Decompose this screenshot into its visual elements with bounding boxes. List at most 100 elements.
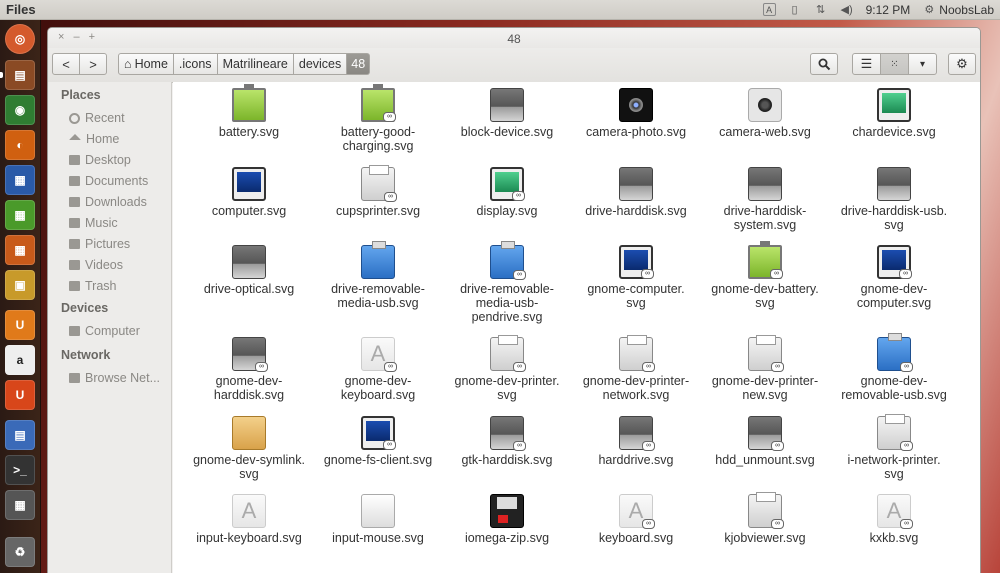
writer-icon[interactable]: ▦ (5, 165, 35, 195)
search-button[interactable] (810, 53, 838, 75)
drive-icon: ∞ (490, 416, 526, 451)
sidebar-item-computer[interactable]: Computer (69, 324, 140, 338)
sidebar-item-documents[interactable]: Documents (69, 174, 148, 188)
view-options-button[interactable]: ▾ (908, 53, 937, 75)
file-name-label: drive-harddisk.svg (585, 204, 687, 218)
file-item[interactable]: ∞ gnome-fs-client.svg (312, 416, 444, 467)
file-item[interactable]: block-device.svg (441, 88, 573, 139)
file-item[interactable]: gnome-dev-symlink. svg (183, 416, 315, 481)
grid-view-button[interactable]: ⁙ (880, 53, 909, 75)
file-item[interactable]: iomega-zip.svg (441, 494, 573, 545)
file-item[interactable]: Ainput-keyboard.svg (183, 494, 315, 545)
software-center-icon[interactable]: U (5, 310, 35, 340)
sidebar-item-downloads[interactable]: Downloads (69, 195, 147, 209)
list-view-button[interactable]: ☰ (852, 53, 881, 75)
link-icon: ∞ (383, 440, 396, 450)
file-item[interactable]: drive-removable-media-usb.svg (312, 241, 444, 310)
breadcrumb-home[interactable]: ⌂ Home (118, 53, 174, 75)
file-name-label: input-keyboard.svg (196, 531, 302, 545)
calc-icon[interactable]: ▦ (5, 200, 35, 230)
title-bar[interactable]: × – + 48 (48, 28, 980, 48)
app-menu-title[interactable]: Files (0, 2, 763, 17)
file-item[interactable]: drive-harddisk-system.svg (699, 167, 831, 232)
clock[interactable]: 9:12 PM (866, 3, 911, 17)
monitor-icon: ∞ (361, 416, 396, 450)
session-menu[interactable]: ⚙ NoobsLab (922, 3, 994, 17)
file-item[interactable]: ∞ gnome-dev-harddisk.svg (183, 337, 315, 402)
network-header: Network (61, 348, 111, 362)
file-item[interactable]: ∞ gnome-dev-printer-new.svg (699, 335, 831, 402)
keyboard-indicator-icon[interactable]: A (762, 3, 776, 16)
file-grid-view[interactable]: battery.svg ∞ battery-good-charging.svg blo… (173, 82, 980, 573)
file-item[interactable]: ∞ gnome-dev-computer.svg (828, 245, 960, 310)
link-icon: ∞ (513, 441, 526, 451)
file-name-label: gnome-fs-client.svg (323, 453, 433, 467)
sidebar-item-recent[interactable]: Recent (69, 111, 125, 125)
chevron-right-icon: > (89, 56, 97, 72)
file-item[interactable]: computer.svg (183, 167, 315, 218)
file-item[interactable]: battery.svg (183, 84, 315, 139)
usb-icon: ∞ (877, 333, 913, 372)
system-settings-icon[interactable]: ▤ (5, 420, 35, 450)
file-item[interactable]: ∞ gnome-dev-battery. svg (699, 241, 831, 310)
workspace-switcher-icon[interactable]: ▦ (5, 490, 35, 520)
breadcrumb-current[interactable]: 48 (347, 53, 371, 75)
usb-icon: ∞ (490, 241, 526, 280)
places-header: Places (61, 88, 101, 102)
pictures-folder-icon (69, 239, 80, 249)
file-name-label: kxkb.svg (869, 531, 919, 545)
battery-indicator-icon[interactable]: ▯ (788, 3, 802, 17)
ubuntu-one-icon[interactable]: U (5, 380, 35, 410)
settings-button[interactable]: ⚙ (948, 53, 976, 75)
file-item[interactable]: ∞ gnome-dev-printer-network.svg (570, 335, 702, 402)
file-name-label: display.svg (476, 204, 538, 218)
sidebar-item-videos[interactable]: Videos (69, 258, 123, 272)
impress-icon[interactable]: ▦ (5, 235, 35, 265)
files-app-icon[interactable]: ▤ (5, 60, 35, 90)
file-item[interactable]: A ∞ gnome-dev-keyboard.svg (312, 337, 444, 402)
breadcrumb-matrilineare[interactable]: Matrilineare (217, 53, 294, 75)
file-item[interactable]: ∞ hdd_unmount.svg (699, 416, 831, 467)
trash-icon[interactable]: ♻ (5, 537, 35, 567)
file-item[interactable]: ∞ gnome-computer. svg (570, 245, 702, 310)
file-item[interactable]: ∞ cupsprinter.svg (312, 165, 444, 218)
firefox-icon[interactable]: ◐ (5, 130, 35, 160)
file-item[interactable]: drive-harddisk.svg (570, 167, 702, 218)
file-item[interactable]: drive-optical.svg (183, 245, 315, 296)
network-indicator-icon[interactable]: ⇅ (814, 3, 828, 17)
terminal-icon[interactable]: >_ (5, 455, 35, 485)
sidebar-item-trash[interactable]: Trash (69, 279, 117, 293)
file-item[interactable]: ∞ drive-removable-media-usb-pendrive.svg (441, 241, 573, 324)
breadcrumb-devices[interactable]: devices (293, 53, 348, 75)
file-item[interactable]: ∞ harddrive.svg (570, 416, 702, 467)
chrome-icon[interactable]: ◉ (5, 95, 35, 125)
sidebar-item-pictures[interactable]: Pictures (69, 237, 130, 251)
file-item[interactable]: chardevice.svg (828, 88, 960, 139)
file-item[interactable]: camera-photo.svg (570, 88, 702, 139)
back-button[interactable]: < (52, 53, 80, 75)
volume-icon[interactable]: ◀) (840, 3, 854, 17)
file-item[interactable]: ∞ i-network-printer. svg (828, 414, 960, 481)
amazon-icon[interactable]: a (5, 345, 35, 375)
file-item[interactable]: ∞ display.svg (441, 167, 573, 218)
file-item[interactable]: ∞ gnome-dev-removable-usb.svg (828, 333, 960, 402)
sidebar-item-home[interactable]: Home (69, 132, 119, 146)
sidebar-item-music[interactable]: Music (69, 216, 118, 230)
file-item[interactable]: input-mouse.svg (312, 494, 444, 545)
file-item[interactable]: ∞ gtk-harddisk.svg (441, 416, 573, 467)
file-item[interactable]: drive-harddisk-usb. svg (828, 167, 960, 232)
sidebar-item-browse-network[interactable]: Browse Net... (69, 371, 160, 385)
file-item[interactable]: ∞ battery-good-charging.svg (312, 84, 444, 153)
archive-icon[interactable]: ▣ (5, 270, 35, 300)
monitor-icon: ∞ (877, 245, 912, 279)
file-item[interactable]: camera-web.svg (699, 88, 831, 139)
file-item[interactable]: ∞ gnome-dev-printer. svg (441, 335, 573, 402)
file-item[interactable]: ∞ kjobviewer.svg (699, 492, 831, 545)
dash-home-icon[interactable]: ◎ (5, 24, 35, 54)
breadcrumb-icons[interactable]: .icons (173, 53, 218, 75)
file-item[interactable]: A ∞ keyboard.svg (570, 494, 702, 545)
sidebar-item-desktop[interactable]: Desktop (69, 153, 131, 167)
file-item[interactable]: A ∞ kxkb.svg (828, 494, 960, 545)
file-name-label: keyboard.svg (598, 531, 674, 545)
forward-button[interactable]: > (79, 53, 107, 75)
